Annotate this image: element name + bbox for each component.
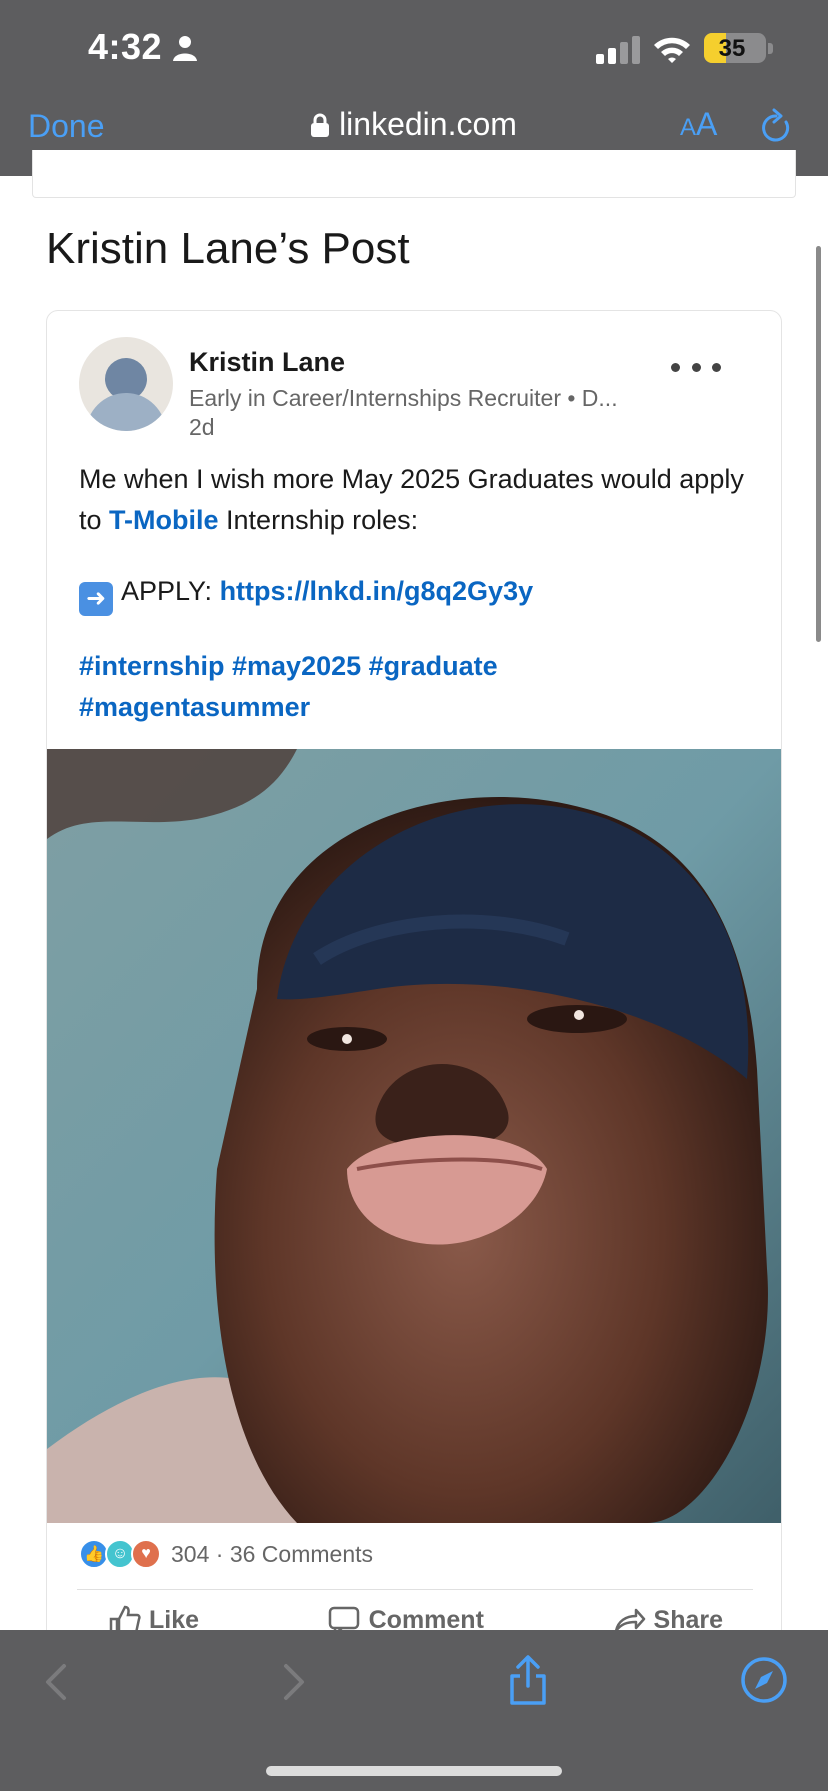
back-icon[interactable] (42, 1662, 68, 1702)
avatar[interactable] (79, 337, 173, 431)
reload-icon[interactable] (758, 108, 794, 146)
page-title: Kristin Lane’s Post (46, 224, 410, 273)
home-indicator[interactable] (266, 1766, 562, 1776)
author-name[interactable]: Kristin Lane (189, 347, 345, 378)
previous-card-edge (32, 150, 796, 198)
apply-label: APPLY: (121, 576, 220, 606)
post-text-end: Internship roles: (218, 505, 419, 535)
wifi-icon (654, 37, 690, 63)
comments-count[interactable]: 36 Comments (230, 1541, 373, 1567)
text-size-small-a: A (680, 114, 697, 141)
hashtags-line-2[interactable]: #magentasummer (79, 687, 759, 728)
url-text: linkedin.com (339, 106, 517, 142)
scrollbar[interactable] (816, 246, 821, 642)
battery-cap (768, 43, 773, 54)
battery-icon: 35 (704, 33, 766, 63)
reactions-summary[interactable]: 👍 ☺ ♥ 304 · 36 Comments (79, 1539, 373, 1569)
more-dot (712, 362, 721, 372)
share-sheet-icon[interactable] (506, 1654, 550, 1706)
avatar-placeholder-icon (86, 358, 166, 431)
forward-icon[interactable] (282, 1662, 308, 1702)
more-dot (671, 362, 680, 372)
signal-icon (596, 36, 640, 64)
hashtags: #internship #may2025 #graduate #magentas… (79, 646, 759, 728)
battery-percent: 35 (718, 35, 746, 62)
lock-icon (311, 113, 330, 137)
arrow-right-emoji: ➜ (79, 582, 113, 616)
reaction-count-line: 304 · 36 Comments (171, 1540, 373, 1567)
apply-line: ➜ APPLY: https://lnkd.in/g8q2Gy3y (79, 571, 759, 616)
author-headline: Early in Career/Internships Recruiter • … (189, 385, 618, 411)
reaction-count: 304 (171, 1540, 210, 1567)
mention-link[interactable]: T-Mobile (109, 505, 219, 535)
status-time: 4:32 (88, 26, 163, 67)
post-body: Me when I wish more May 2025 Graduates w… (79, 459, 759, 728)
post-image[interactable] (47, 749, 782, 1523)
text-size-button[interactable]: AA (680, 106, 717, 143)
person-icon (173, 36, 197, 61)
more-icon[interactable] (671, 355, 721, 379)
post-card: Kristin Lane Early in Career/Internships… (46, 310, 782, 1710)
divider (77, 1589, 753, 1590)
text-size-large-a: A (696, 106, 718, 142)
more-dot (691, 362, 701, 372)
post-text-paragraph: Me when I wish more May 2025 Graduates w… (79, 459, 759, 541)
hashtags-line-1[interactable]: #internship #may2025 #graduate (79, 646, 759, 687)
compass-icon[interactable] (740, 1656, 788, 1704)
love-reaction-icon: ♥ (131, 1539, 161, 1569)
apply-link[interactable]: https://lnkd.in/g8q2Gy3y (220, 576, 534, 606)
post-timestamp: 2d (189, 414, 215, 440)
